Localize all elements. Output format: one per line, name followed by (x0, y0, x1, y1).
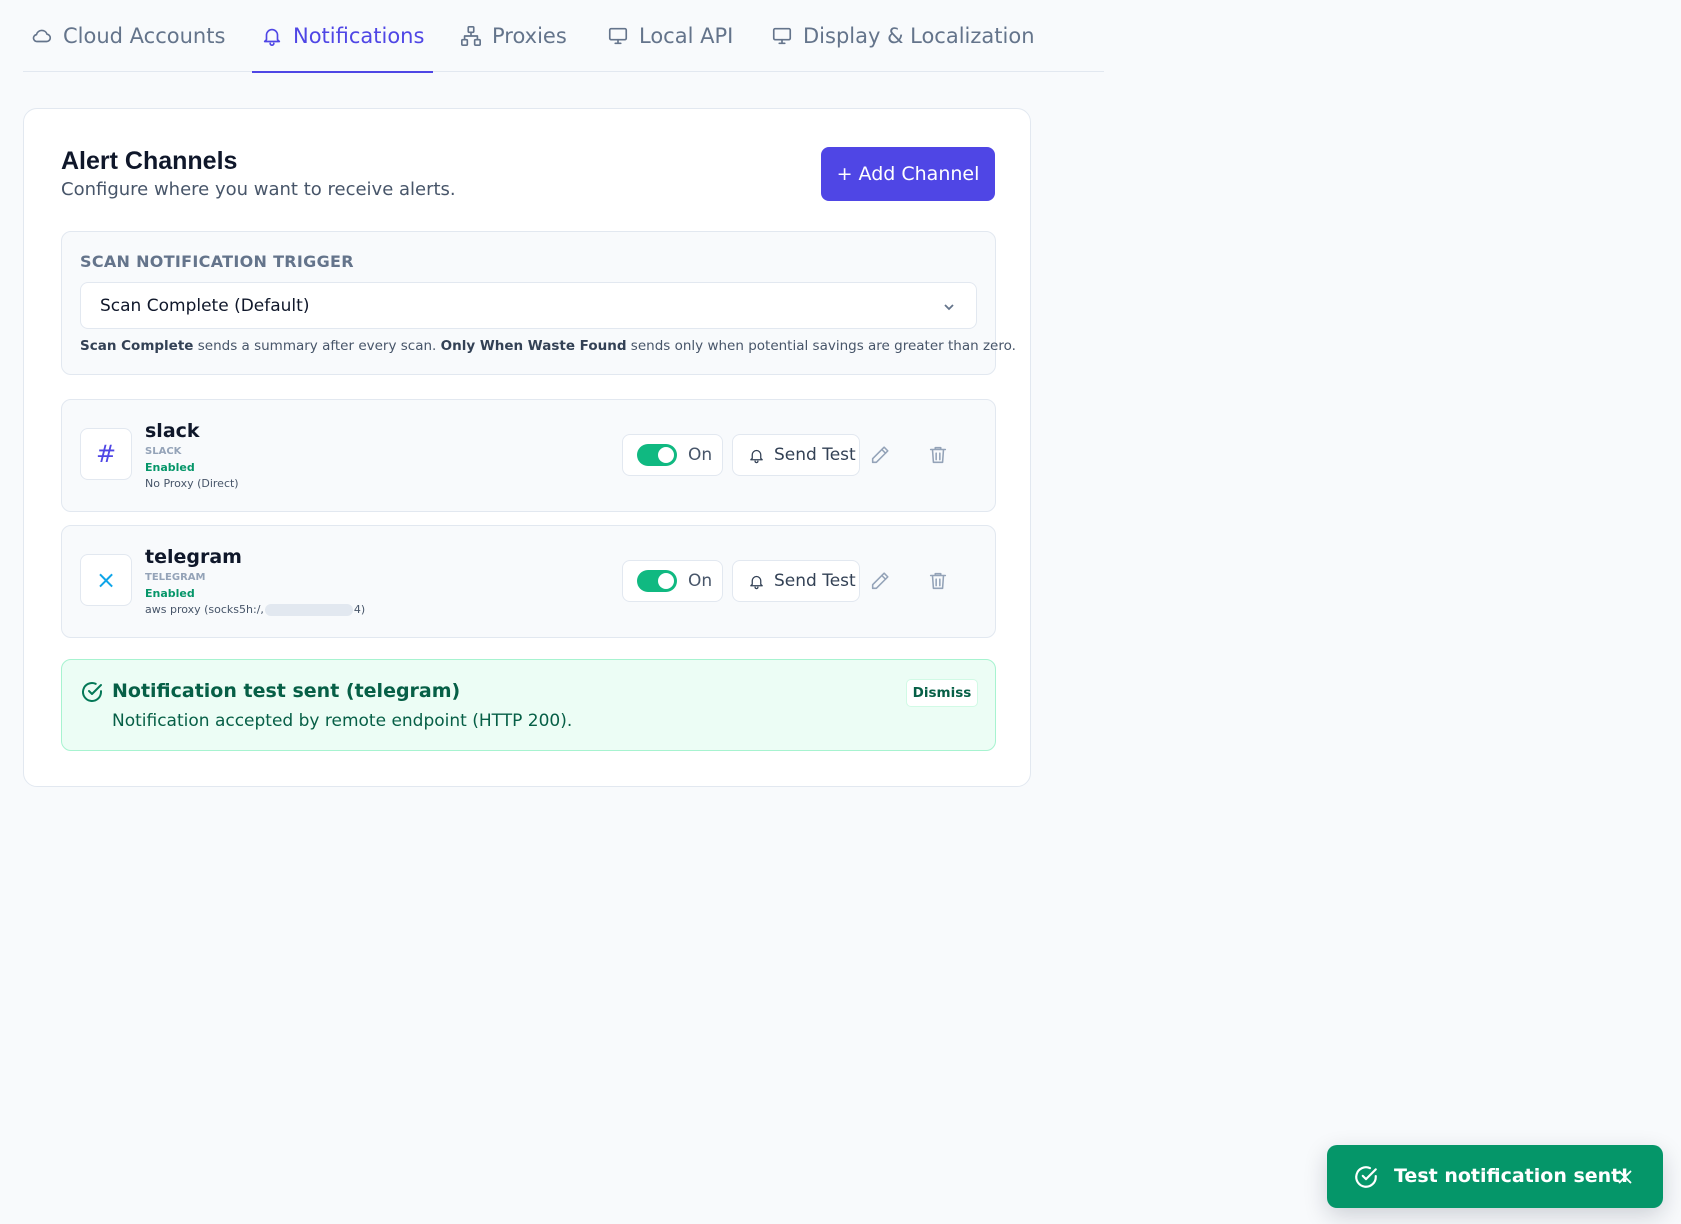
channel-enabled-toggle[interactable]: On (622, 560, 723, 602)
send-test-button[interactable]: Send Test (732, 560, 860, 602)
network-icon (461, 26, 481, 46)
channel-proxy: No Proxy (Direct) (145, 477, 239, 490)
help-text-2: sends only when potential savings are gr… (626, 338, 1016, 354)
pencil-icon (871, 572, 889, 590)
monitor-icon (772, 27, 792, 45)
trash-icon (929, 572, 947, 590)
test-success-banner: Notification test sent (telegram) Notifi… (61, 659, 996, 751)
tab-display-localization[interactable]: Display & Localization (771, 0, 1035, 72)
scan-trigger-panel: SCAN NOTIFICATION TRIGGER Scan Complete … (61, 231, 1016, 375)
channel-row-slack: # slack SLACK Enabled No Proxy (Direct) … (61, 399, 996, 512)
card-subtitle: Configure where you want to receive aler… (61, 179, 456, 200)
alert-channels-card: Alert Channels Configure where you want … (23, 108, 1031, 787)
toggle-switch[interactable] (637, 570, 677, 592)
trigger-select-value: Scan Complete (Default) (100, 295, 310, 316)
tab-notifications[interactable]: Notifications (251, 0, 434, 73)
tab-label: Notifications (293, 24, 425, 48)
help-option-waste-found: Only When Waste Found (440, 338, 627, 354)
proxy-suffix: 4) (353, 603, 366, 616)
edit-button[interactable] (865, 566, 895, 596)
toast-notification: Test notification sent! (1327, 1145, 1663, 1208)
toggle-label: On (688, 571, 713, 591)
tab-local-api[interactable]: Local API (607, 0, 733, 72)
channel-status: Enabled (145, 461, 195, 474)
banner-message: Notification accepted by remote endpoint… (112, 711, 573, 731)
send-test-label: Send Test (774, 445, 856, 465)
trigger-help-text: Scan Complete sends a summary after ever… (80, 338, 1016, 354)
trash-icon (929, 446, 947, 464)
channel-status: Enabled (145, 587, 195, 600)
tab-cloud-accounts[interactable]: Cloud Accounts (31, 0, 225, 72)
check-circle-icon (80, 680, 104, 704)
tab-label: Cloud Accounts (63, 24, 226, 48)
trigger-label: SCAN NOTIFICATION TRIGGER (80, 252, 354, 271)
send-test-label: Send Test (774, 571, 856, 591)
bell-icon (750, 575, 763, 589)
telegram-icon: × (80, 554, 132, 606)
card-title: Alert Channels (61, 147, 238, 175)
channel-enabled-toggle[interactable]: On (622, 434, 723, 476)
delete-button[interactable] (923, 566, 953, 596)
cloud-icon (32, 29, 52, 43)
banner-title: Notification test sent (telegram) (112, 680, 461, 702)
channel-row-telegram: × telegram TELEGRAM Enabled aws proxy (s… (61, 525, 996, 638)
tab-proxies[interactable]: Proxies (460, 0, 567, 72)
delete-button[interactable] (923, 440, 953, 470)
settings-tabs: Cloud Accounts Notifications Proxies Loc… (23, 0, 1104, 73)
monitor-icon (608, 27, 628, 45)
tab-label: Proxies (492, 24, 567, 48)
channel-name: slack (145, 420, 200, 442)
channel-type: TELEGRAM (145, 572, 206, 583)
close-icon[interactable] (1614, 1166, 1636, 1188)
trigger-select[interactable]: Scan Complete (Default) (80, 282, 977, 329)
proxy-prefix: aws proxy (socks5h:/, (145, 603, 264, 616)
channel-type: SLACK (145, 446, 182, 457)
bell-icon (263, 28, 281, 46)
check-circle-icon (1353, 1164, 1379, 1190)
help-option-scan-complete: Scan Complete (80, 338, 194, 354)
channel-name: telegram (145, 546, 242, 568)
bell-icon (750, 449, 763, 463)
hash-icon: # (80, 428, 132, 480)
help-text-1: sends a summary after every scan. (193, 338, 441, 354)
send-test-button[interactable]: Send Test (732, 434, 860, 476)
toast-text: Test notification sent! (1394, 1165, 1629, 1187)
toggle-label: On (688, 445, 713, 465)
chevron-down-icon (942, 299, 956, 313)
add-channel-button[interactable]: + Add Channel (821, 147, 995, 201)
redacted-block (264, 603, 353, 616)
dismiss-button[interactable]: Dismiss (906, 679, 978, 707)
channel-proxy: aws proxy (socks5h:/, 4) (145, 603, 365, 616)
tab-label: Display & Localization (803, 24, 1035, 48)
pencil-icon (871, 446, 889, 464)
tab-label: Local API (639, 24, 734, 48)
toggle-switch[interactable] (637, 444, 677, 466)
edit-button[interactable] (865, 440, 895, 470)
